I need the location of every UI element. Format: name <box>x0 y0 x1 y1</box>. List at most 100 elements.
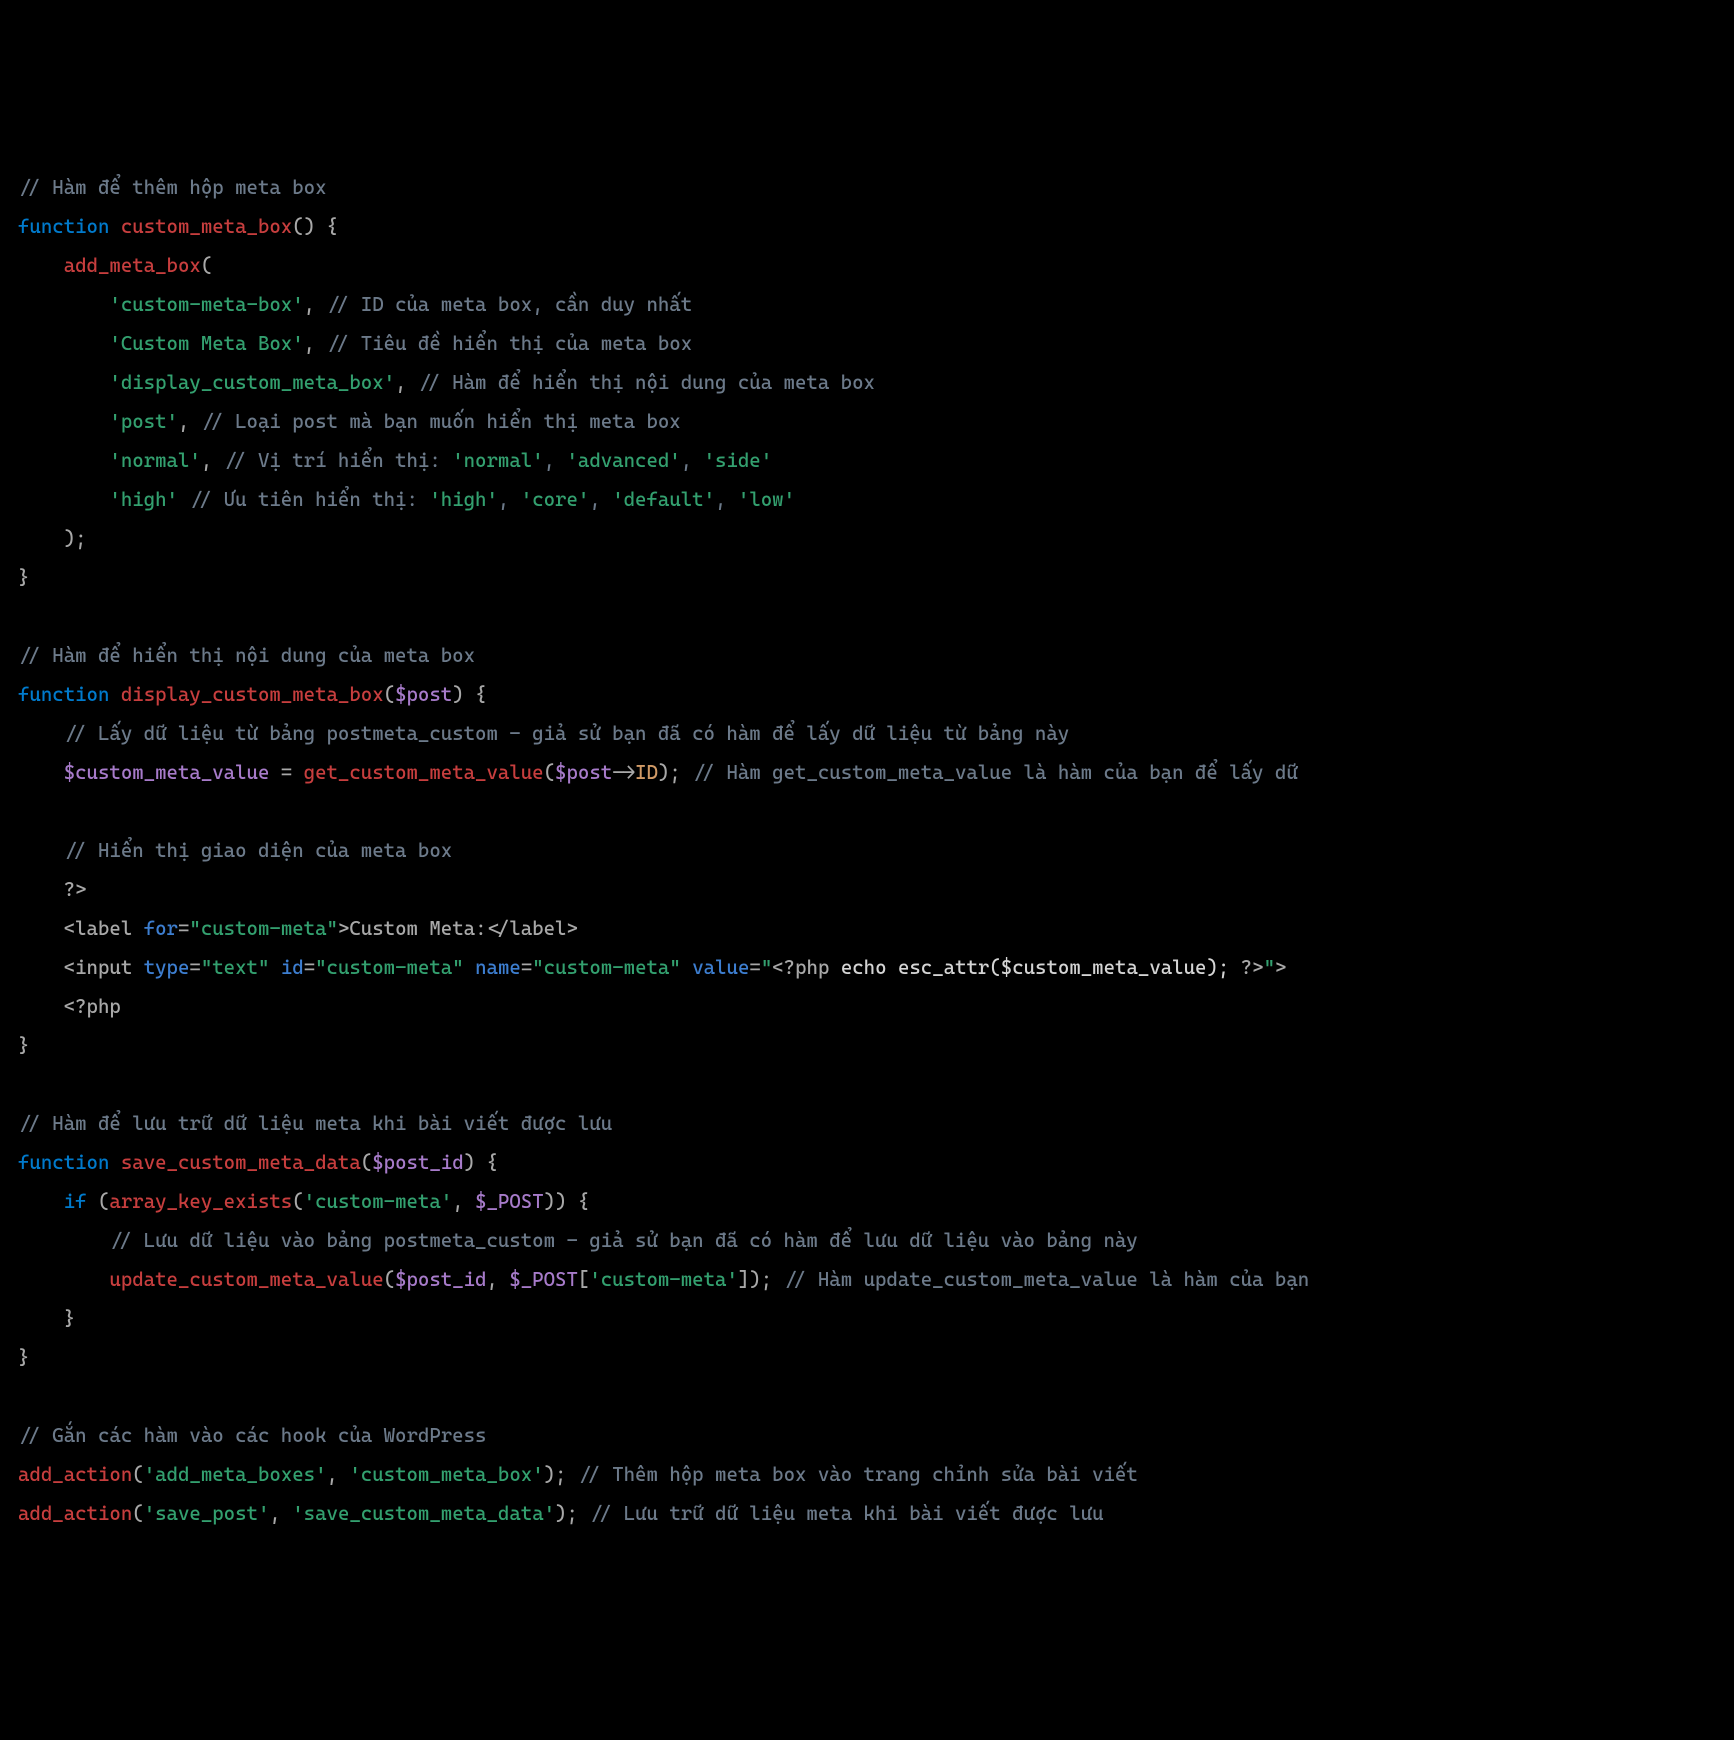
code-punct: } <box>18 1034 29 1057</box>
code-comment: , <box>715 488 738 511</box>
code-var: $custom_meta_value <box>64 761 270 784</box>
code-comment: // Hàm để hiển thị nội dung của meta box <box>18 644 475 667</box>
code-punct: , <box>201 449 212 472</box>
code-comment: // Lấy dữ liệu từ bảng postmeta_custom -… <box>64 722 1069 745</box>
code-punct: , <box>178 410 189 433</box>
code-comment: , <box>544 449 567 472</box>
code-block: // Hàm để thêm hộp meta box function cus… <box>18 168 1716 1533</box>
code-string: "custom-meta" <box>189 917 338 940</box>
code-punct: ( <box>292 1190 303 1213</box>
code-keyword: function <box>18 1151 109 1174</box>
code-var: $post_id <box>395 1268 486 1291</box>
code-func: get_custom_meta_value <box>304 761 544 784</box>
code-var: $_POST <box>475 1190 544 1213</box>
code-var: $post <box>395 683 452 706</box>
code-var: $_POST <box>509 1268 578 1291</box>
code-punct: ]); <box>738 1268 772 1291</box>
code-punct: ( <box>132 1463 143 1486</box>
code-func: custom_meta_box <box>121 215 292 238</box>
code-keyword: function <box>18 215 109 238</box>
code-string: 'high' <box>429 488 498 511</box>
code-punct: )) { <box>544 1190 590 1213</box>
code-string: " <box>1264 956 1275 979</box>
code-tag <box>269 956 280 979</box>
code-comment: // Lưu dữ liệu vào bảng postmeta_custom … <box>109 1229 1137 1252</box>
code-string: 'custom-meta-box' <box>109 293 303 316</box>
code-text: ?> <box>64 878 87 901</box>
code-var: $post <box>555 761 612 784</box>
code-tag: >Custom Meta:</label> <box>338 917 578 940</box>
code-punct: = <box>749 956 760 979</box>
code-punct: ) { <box>452 683 486 706</box>
code-attr: id <box>281 956 304 979</box>
code-punct: ( <box>201 254 212 277</box>
code-string: 'normal' <box>109 449 200 472</box>
code-string: 'low' <box>738 488 795 511</box>
code-tag <box>464 956 475 979</box>
code-php-close: ?> <box>1241 956 1264 979</box>
code-punct: ) { <box>464 1151 498 1174</box>
code-punct: ( <box>132 1502 143 1525</box>
code-string: "custom-meta" <box>532 956 681 979</box>
code-punct: ( <box>87 1190 110 1213</box>
code-comment: // Hàm update_custom_meta_value là hàm c… <box>772 1268 1309 1291</box>
code-punct: } <box>64 1307 75 1330</box>
code-comment: // Loại post mà bạn muốn hiển thị meta b… <box>189 410 680 433</box>
code-string: 'high' <box>109 488 178 511</box>
code-string: 'save_custom_meta_data' <box>292 1502 555 1525</box>
code-func: add_action <box>18 1502 132 1525</box>
code-string: " <box>761 956 772 979</box>
code-var: $post_id <box>372 1151 463 1174</box>
code-comment: // Hiển thị giao diện của meta box <box>64 839 452 862</box>
code-punct: , <box>304 332 315 355</box>
code-string: 'side' <box>704 449 773 472</box>
code-punct: , <box>269 1502 292 1525</box>
code-func: display_custom_meta_box <box>121 683 384 706</box>
code-string: 'custom-meta' <box>304 1190 453 1213</box>
code-punct: ( <box>384 1268 395 1291</box>
code-tag <box>681 956 692 979</box>
code-string: 'post' <box>109 410 178 433</box>
code-string: "custom-meta" <box>315 956 464 979</box>
code-punct: } <box>18 1346 29 1369</box>
code-punct: , <box>452 1190 475 1213</box>
code-string: 'advanced' <box>566 449 680 472</box>
code-string: 'custom_meta_box' <box>349 1463 543 1486</box>
code-tag: > <box>1275 956 1286 979</box>
code-comment: // Hàm get_custom_meta_value là hàm của … <box>681 761 1309 784</box>
code-punct: ( <box>361 1151 372 1174</box>
code-comment: // ID của meta box, cần duy nhất <box>315 293 692 316</box>
code-comment: // Gắn các hàm vào các hook của WordPres… <box>18 1424 486 1447</box>
code-func: add_meta_box <box>64 254 201 277</box>
code-comment: , <box>498 488 521 511</box>
code-tag: <input <box>64 956 144 979</box>
code-keyword: function <box>18 683 109 706</box>
code-comment: , <box>681 449 704 472</box>
code-tag: <label <box>64 917 144 940</box>
code-string: "text" <box>201 956 270 979</box>
code-comment: // Ưu tiên hiển thị: <box>178 488 429 511</box>
code-attr: value <box>692 956 749 979</box>
code-func: array_key_exists <box>109 1190 292 1213</box>
code-attr: name <box>475 956 521 979</box>
code-php-open: <?php <box>772 956 829 979</box>
code-attr: type <box>144 956 190 979</box>
code-string: 'normal' <box>452 449 543 472</box>
code-string: 'display_custom_meta_box' <box>109 371 395 394</box>
code-punct: ); <box>64 527 87 550</box>
code-punct: , <box>486 1268 509 1291</box>
code-punct: } <box>18 566 29 589</box>
code-string: 'add_meta_boxes' <box>144 1463 327 1486</box>
code-punct: -> <box>612 761 635 784</box>
code-punct: ); <box>555 1502 578 1525</box>
code-punct: , <box>304 293 315 316</box>
code-comment: // Hàm để lưu trữ dữ liệu meta khi bài v… <box>18 1112 612 1135</box>
code-punct: = <box>521 956 532 979</box>
code-comment: // Thêm hộp meta box vào trang chỉnh sửa… <box>566 1463 1137 1486</box>
code-punct: = <box>269 761 303 784</box>
code-punct: [ <box>578 1268 589 1291</box>
code-comment: , <box>589 488 612 511</box>
code-attr: for <box>144 917 178 940</box>
code-php-open: <?php <box>64 995 121 1018</box>
code-string: 'default' <box>612 488 715 511</box>
